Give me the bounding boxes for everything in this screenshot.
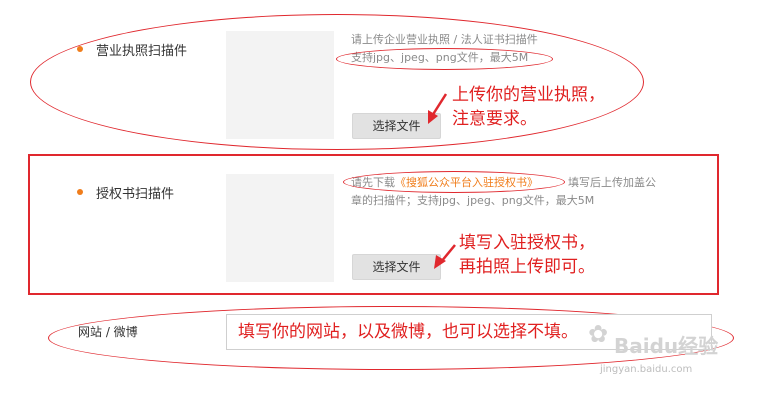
watermark-url: jingyan.baidu.com xyxy=(600,364,693,375)
arrow-icon xyxy=(428,93,448,124)
watermark-brand: Baidu经验 xyxy=(614,334,719,358)
paw-logo-icon: ✿ xyxy=(588,320,609,348)
arrow-icon xyxy=(434,244,456,269)
